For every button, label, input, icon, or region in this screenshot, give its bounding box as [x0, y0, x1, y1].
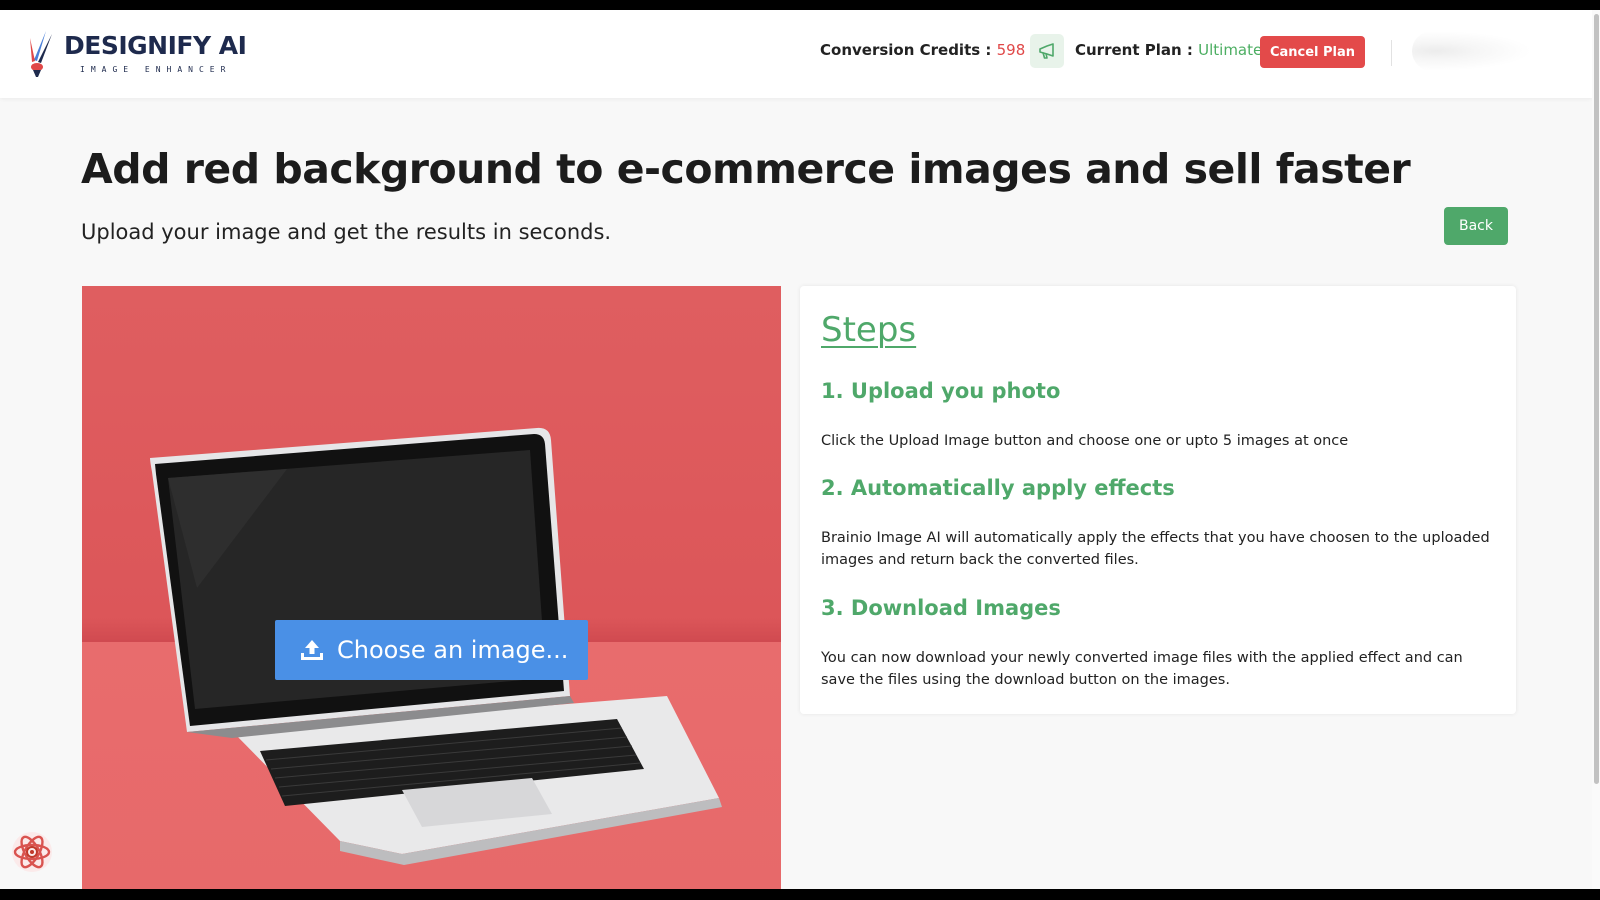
page-title: Add red background to e-commerce images …: [81, 145, 1411, 193]
credits-value: 598: [996, 41, 1026, 59]
step-1-heading: 1. Upload you photo: [821, 379, 1061, 403]
credits-label: Conversion Credits :: [820, 41, 992, 59]
megaphone-icon[interactable]: [1030, 34, 1064, 68]
app-viewport: DESIGNIFY AI IMAGE ENHANCER Conversion C…: [0, 10, 1600, 889]
page-subtitle: Upload your image and get the results in…: [81, 220, 612, 244]
conversion-credits: Conversion Credits : 598: [820, 41, 1025, 59]
image-upload-area[interactable]: Choose an image...: [82, 286, 781, 889]
upload-icon: [301, 640, 323, 660]
step-3-heading: 3. Download Images: [821, 596, 1061, 620]
current-plan: Current Plan : Ultimate: [1075, 41, 1262, 59]
steps-title: Steps: [821, 310, 917, 350]
back-button[interactable]: Back: [1444, 207, 1508, 245]
header-divider: [1391, 40, 1392, 66]
top-header: DESIGNIFY AI IMAGE ENHANCER Conversion C…: [0, 10, 1592, 98]
megaphone-glyph: [1039, 43, 1054, 59]
logo-title: DESIGNIFY AI: [64, 31, 247, 60]
scrollbar-thumb[interactable]: [1594, 14, 1599, 784]
step-2-heading: 2. Automatically apply effects: [821, 476, 1175, 500]
step-2-text: Brainio Image AI will automatically appl…: [821, 530, 1490, 568]
laptop-preview-image: [150, 427, 722, 865]
step-3-text: You can now download your newly converte…: [821, 650, 1463, 688]
cancel-plan-button[interactable]: Cancel Plan: [1260, 36, 1365, 68]
steps-card: Steps 1. Upload you photo Click the Uplo…: [800, 286, 1516, 714]
paintbrush-logo-icon: [30, 31, 52, 77]
step-1-text: Click the Upload Image button and choose…: [821, 433, 1349, 449]
brand-logo[interactable]: DESIGNIFY AI IMAGE ENHANCER: [24, 30, 247, 80]
logo-subtitle: IMAGE ENHANCER: [80, 65, 232, 74]
choose-image-button[interactable]: Choose an image...: [275, 620, 588, 680]
react-devtools-icon[interactable]: [10, 830, 54, 874]
choose-image-label: Choose an image...: [337, 636, 569, 664]
plan-value: Ultimate: [1198, 41, 1263, 59]
plan-label: Current Plan :: [1075, 41, 1193, 59]
user-avatar[interactable]: [1412, 31, 1532, 71]
